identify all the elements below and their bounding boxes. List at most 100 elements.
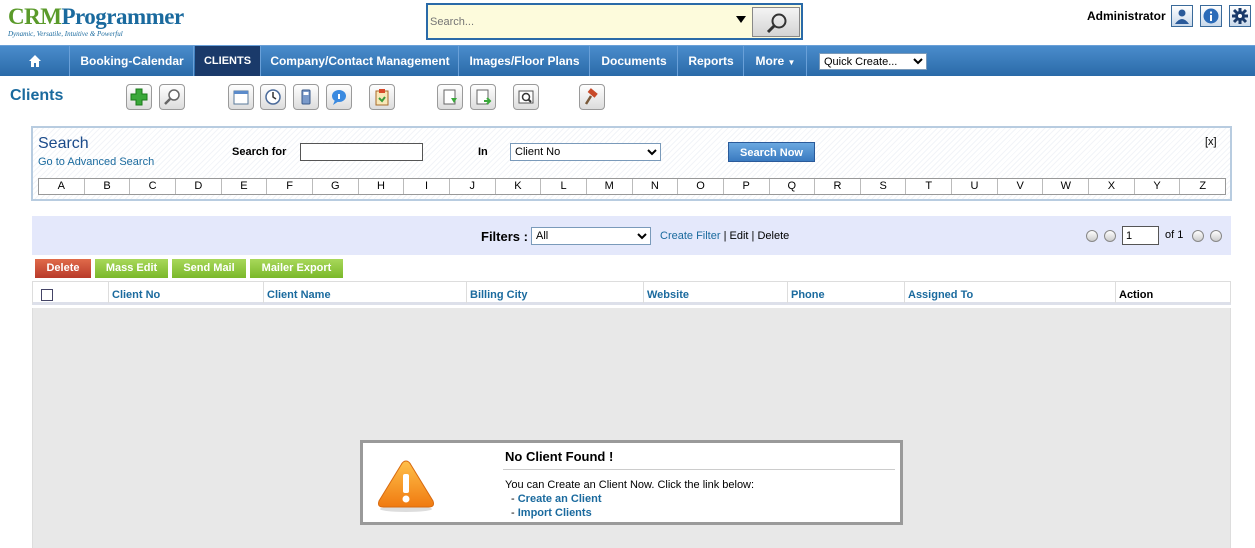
alphabet-letter[interactable]: O xyxy=(678,179,724,194)
alphabet-letter[interactable]: K xyxy=(496,179,542,194)
export-icon xyxy=(476,89,492,105)
search-now-button[interactable]: Search Now xyxy=(728,142,815,162)
nav-clients[interactable]: CLIENTS xyxy=(195,46,261,76)
clipboard-icon xyxy=(375,89,389,106)
nav-more[interactable]: More ▼ xyxy=(745,46,807,76)
first-page-icon[interactable] xyxy=(1086,230,1098,242)
alphabet-letter[interactable]: M xyxy=(587,179,633,194)
user-name[interactable]: Administrator xyxy=(1087,9,1166,23)
alphabet-letter[interactable]: J xyxy=(450,179,496,194)
info-icon[interactable] xyxy=(1200,5,1222,27)
logo-text: CRMProgrammer xyxy=(8,4,184,30)
alphabet-letter[interactable]: S xyxy=(861,179,907,194)
settings-gear-icon[interactable] xyxy=(1229,5,1251,27)
alphabet-letter[interactable]: V xyxy=(998,179,1044,194)
nav-more-label: More xyxy=(755,54,785,68)
search-toolbar-button[interactable] xyxy=(159,84,185,110)
alphabet-letter[interactable]: Q xyxy=(770,179,816,194)
edit-filter-link[interactable]: Edit xyxy=(730,230,749,242)
table-header: Client No Client Name Billing City Websi… xyxy=(32,281,1231,305)
alphabet-letter[interactable]: B xyxy=(85,179,131,194)
search-button[interactable] xyxy=(752,7,800,37)
filters-select[interactable]: All xyxy=(531,227,651,245)
export-button[interactable] xyxy=(470,84,496,110)
settings-tools-button[interactable] xyxy=(579,84,605,110)
column-header[interactable]: Client Name xyxy=(264,282,467,303)
alphabet-letter[interactable]: Y xyxy=(1135,179,1181,194)
quick-create-select[interactable]: Quick Create... xyxy=(819,53,927,70)
create-filter-link[interactable]: Create Filter xyxy=(660,230,721,242)
alphabet-letter[interactable]: H xyxy=(359,179,405,194)
alphabet-letter[interactable]: L xyxy=(541,179,587,194)
column-header[interactable]: Client No xyxy=(109,282,264,303)
nav-booking-calendar[interactable]: Booking-Calendar xyxy=(71,46,194,76)
alphabet-letter[interactable]: F xyxy=(267,179,313,194)
chat-button[interactable] xyxy=(326,84,352,110)
column-header[interactable]: Assigned To xyxy=(905,282,1116,303)
global-search xyxy=(426,3,803,40)
nav-company-contact[interactable]: Company/Contact Management xyxy=(262,46,459,76)
search-for-input[interactable] xyxy=(300,143,423,161)
calendar-icon xyxy=(233,90,249,105)
empty-state-dialog: No Client Found ! You can Create an Clie… xyxy=(360,440,903,525)
calendar-button[interactable] xyxy=(228,84,254,110)
bullet-dash: - xyxy=(511,507,518,519)
alphabet-letter[interactable]: Z xyxy=(1180,179,1225,194)
column-header[interactable]: Phone xyxy=(788,282,905,303)
alphabet-letter[interactable]: E xyxy=(222,179,268,194)
select-all-checkbox[interactable] xyxy=(41,289,53,301)
alphabet-letter[interactable]: A xyxy=(39,179,85,194)
mass-edit-button[interactable]: Mass Edit xyxy=(95,259,168,278)
send-mail-button[interactable]: Send Mail xyxy=(172,259,246,278)
advanced-search-link[interactable]: Go to Advanced Search xyxy=(38,156,154,168)
alphabet-letter[interactable]: C xyxy=(130,179,176,194)
alphabet-letter[interactable]: P xyxy=(724,179,770,194)
column-header[interactable]: Website xyxy=(644,282,788,303)
home-button[interactable] xyxy=(0,46,70,76)
global-search-input[interactable] xyxy=(430,12,730,32)
alphabet-letter[interactable]: R xyxy=(815,179,861,194)
find-duplicates-button[interactable] xyxy=(513,84,539,110)
prev-page-icon[interactable] xyxy=(1104,230,1116,242)
alphabet-letter[interactable]: U xyxy=(952,179,998,194)
delete-button[interactable]: Delete xyxy=(35,259,91,278)
alphabet-letter[interactable]: W xyxy=(1043,179,1090,194)
chat-icon xyxy=(332,90,346,105)
search-dropdown-icon[interactable] xyxy=(736,16,746,23)
search-close-button[interactable]: [x] xyxy=(1205,136,1217,148)
filter-links: Create Filter | Edit | Delete xyxy=(660,230,789,242)
mailer-export-button[interactable]: Mailer Export xyxy=(250,259,343,278)
nav-documents[interactable]: Documents xyxy=(591,46,678,76)
column-header[interactable]: Billing City xyxy=(467,282,644,303)
filter-separator: | xyxy=(720,230,730,242)
magnifier-icon xyxy=(164,89,180,105)
nav-images-floor-plans[interactable]: Images/Floor Plans xyxy=(460,46,590,76)
divider xyxy=(503,469,895,470)
alphabet-letter[interactable]: D xyxy=(176,179,222,194)
next-page-icon[interactable] xyxy=(1192,230,1204,242)
hammer-icon xyxy=(584,88,598,105)
alphabet-letter[interactable]: G xyxy=(313,179,359,194)
calculator-button[interactable] xyxy=(293,84,319,110)
alphabet-letter[interactable]: I xyxy=(404,179,450,194)
alphabet-letter[interactable]: X xyxy=(1089,179,1135,194)
import-clients-link[interactable]: Import Clients xyxy=(518,507,592,519)
last-page-icon[interactable] xyxy=(1210,230,1222,242)
clock-button[interactable] xyxy=(260,84,286,110)
alphabet-letter[interactable]: N xyxy=(633,179,679,194)
user-profile-icon[interactable] xyxy=(1171,5,1193,27)
header: CRMProgrammer Dynamic, Versatile, Intuit… xyxy=(0,0,1255,45)
delete-filter-link[interactable]: Delete xyxy=(757,230,789,242)
add-client-button[interactable] xyxy=(126,84,152,110)
clipboard-button[interactable] xyxy=(369,84,395,110)
search-in-select[interactable]: Client No xyxy=(510,143,661,161)
column-header: Action xyxy=(1119,289,1154,301)
page-number-input[interactable] xyxy=(1122,226,1159,245)
alphabet-letter[interactable]: T xyxy=(906,179,953,194)
logo[interactable]: CRMProgrammer Dynamic, Versatile, Intuit… xyxy=(8,4,184,38)
empty-title: No Client Found ! xyxy=(505,449,614,464)
create-client-link[interactable]: Create an Client xyxy=(518,493,602,505)
import-button[interactable] xyxy=(437,84,463,110)
nav-reports[interactable]: Reports xyxy=(679,46,744,76)
logo-tagline: Dynamic, Versatile, Intuitive & Powerful xyxy=(8,30,123,38)
